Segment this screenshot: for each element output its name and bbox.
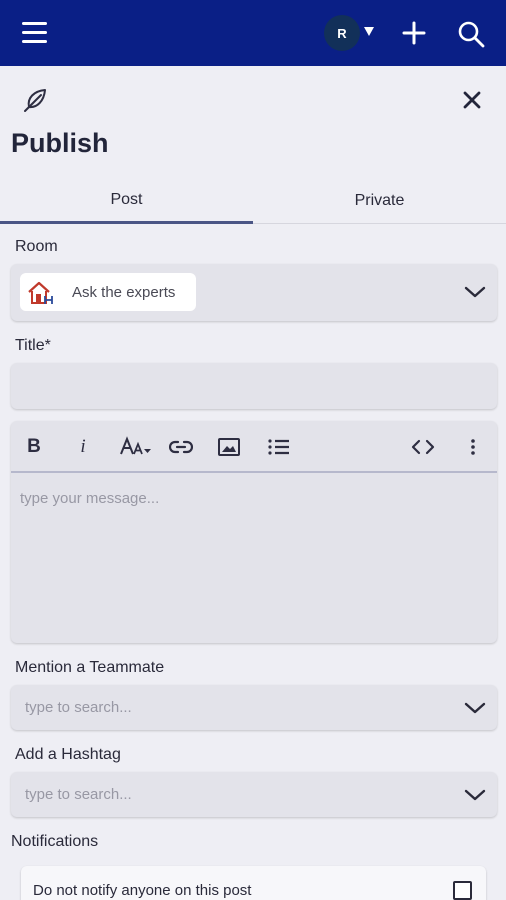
bold-button[interactable]: B	[25, 434, 43, 460]
list-button[interactable]	[267, 434, 291, 460]
page-title: Publish	[11, 128, 109, 158]
mention-placeholder: type to search...	[25, 699, 132, 716]
feather-icon	[24, 89, 46, 112]
title-input[interactable]	[11, 363, 497, 409]
more-vertical-icon	[471, 439, 475, 455]
more-button[interactable]	[463, 434, 483, 460]
tab-private[interactable]: Private	[253, 178, 506, 224]
font-size-icon	[120, 436, 151, 455]
tab-bar: Post Private	[0, 178, 506, 224]
room-selected-value: Ask the experts	[72, 284, 176, 301]
list-icon	[268, 439, 289, 455]
italic-button[interactable]: i	[75, 434, 91, 460]
app-header: R	[0, 0, 506, 66]
image-icon	[218, 438, 240, 456]
link-button[interactable]	[169, 434, 193, 460]
chevron-down-icon[interactable]	[464, 701, 486, 715]
tab-post[interactable]: Post	[0, 178, 253, 224]
message-placeholder: type your message...	[20, 490, 160, 507]
room-select[interactable]: Ask the experts	[11, 264, 497, 321]
mention-select[interactable]: type to search...	[11, 685, 497, 730]
room-logo-icon	[28, 281, 53, 304]
hashtag-label: Add a Hashtag	[15, 746, 121, 763]
mention-label: Mention a Teammate	[15, 659, 165, 676]
user-avatar[interactable]: R	[324, 15, 360, 51]
image-button[interactable]	[217, 434, 241, 460]
caret-down-icon[interactable]	[363, 24, 375, 38]
code-button[interactable]	[411, 434, 435, 460]
hashtag-placeholder: type to search...	[25, 786, 132, 803]
notify-option-label: Do not notify anyone on this post	[33, 882, 252, 899]
title-label: Title*	[15, 337, 51, 354]
plus-icon[interactable]	[401, 20, 427, 46]
chevron-down-icon[interactable]	[464, 285, 486, 299]
editor-toolbar: B i	[11, 421, 497, 473]
chevron-down-icon[interactable]	[464, 788, 486, 802]
code-icon	[411, 439, 435, 455]
close-icon[interactable]	[462, 90, 482, 110]
font-size-button[interactable]	[119, 434, 153, 460]
hashtag-select[interactable]: type to search...	[11, 772, 497, 817]
search-icon[interactable]	[457, 20, 485, 48]
message-editor[interactable]: B i type your message...	[11, 421, 497, 643]
notify-option-row[interactable]: Do not notify anyone on this post	[21, 866, 486, 900]
notify-checkbox[interactable]	[453, 881, 472, 900]
link-icon	[169, 440, 193, 454]
notifications-label: Notifications	[11, 833, 99, 850]
room-chip: Ask the experts	[20, 273, 196, 311]
room-label: Room	[15, 238, 58, 255]
hamburger-menu-icon[interactable]	[22, 22, 48, 44]
